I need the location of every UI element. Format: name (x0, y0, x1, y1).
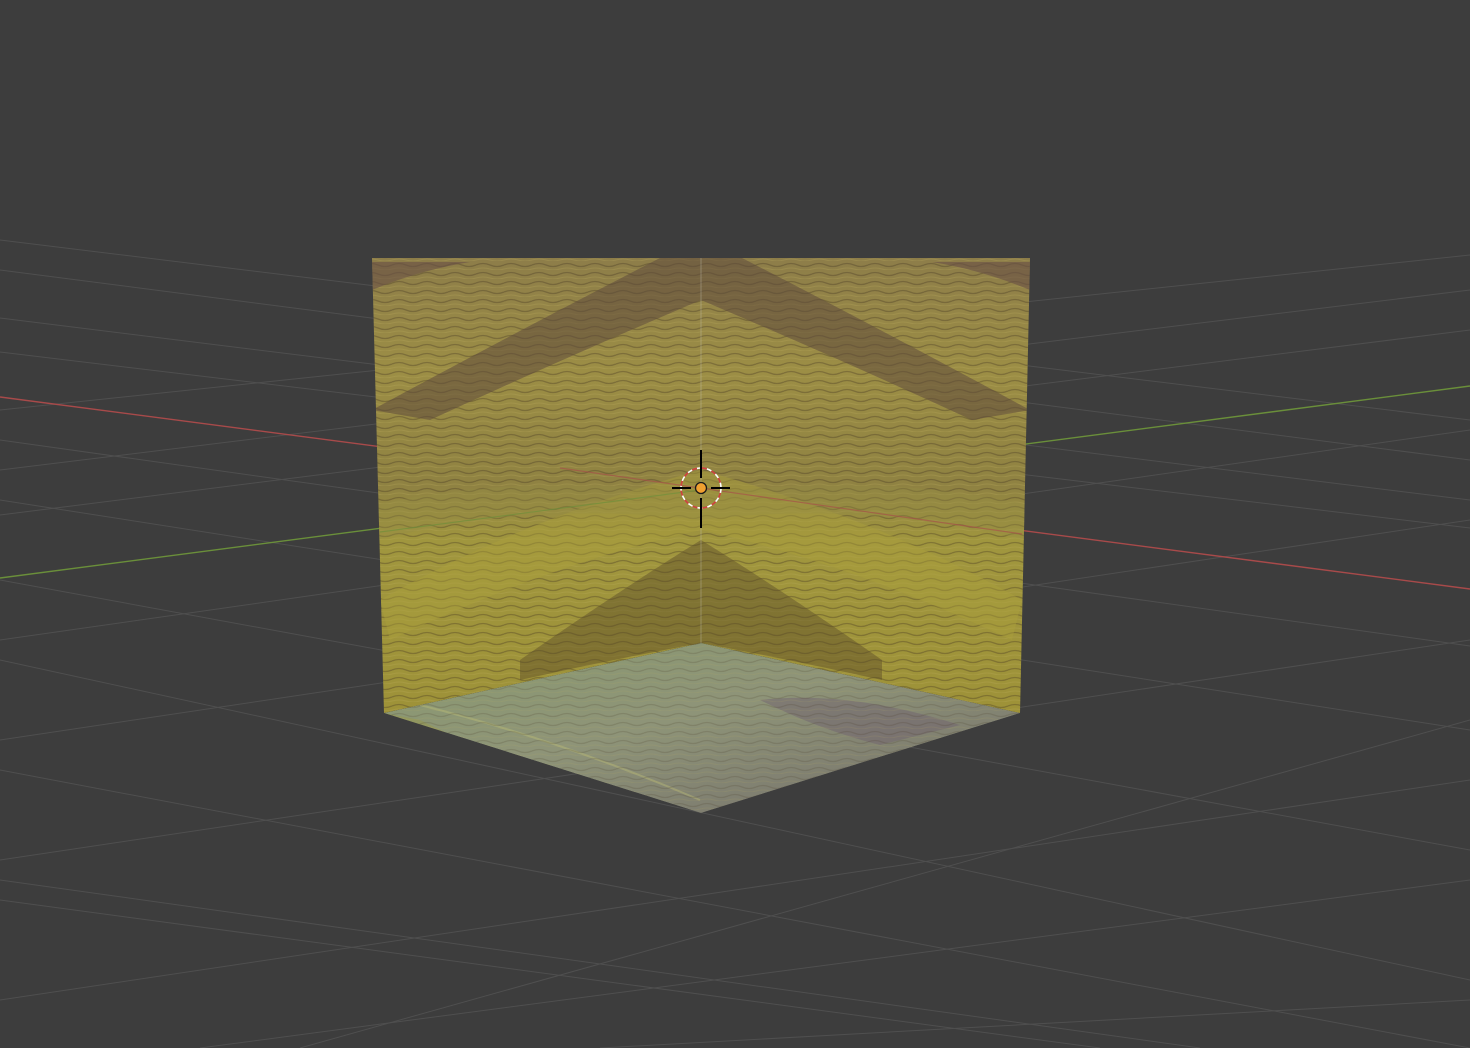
viewport-scene[interactable] (0, 0, 1470, 1048)
grid-line (299, 719, 1470, 1048)
textured-mesh-object[interactable] (370, 256, 1033, 813)
3d-viewport[interactable] (0, 0, 1470, 1048)
grid-line (599, 999, 1470, 1048)
right-wall-face (701, 258, 1030, 713)
object-origin-icon[interactable] (694, 481, 708, 495)
grid-line (0, 779, 1470, 1001)
grid-line (0, 899, 1101, 1048)
left-wall-face (372, 258, 701, 713)
grid-line (199, 879, 1470, 1048)
